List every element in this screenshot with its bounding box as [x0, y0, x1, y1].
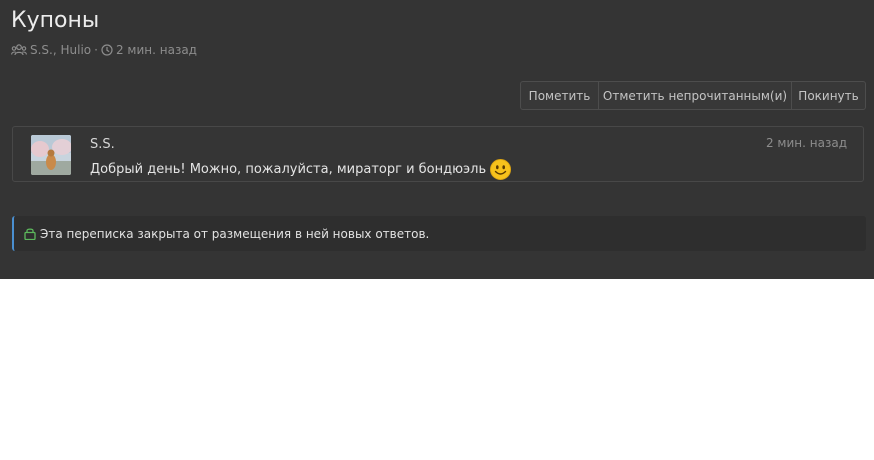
clock-icon — [101, 44, 113, 56]
conversation-panel: Купоны S.S., Hulio · 2 мин. назад Помети… — [0, 0, 874, 279]
users-icon — [11, 44, 27, 56]
smiley-emoji — [490, 159, 512, 180]
message-author[interactable]: S.S. — [90, 137, 115, 152]
notice-text: Эта переписка закрыта от размещения в не… — [40, 226, 430, 241]
message-text: Добрый день! Можно, пожалуйста, мираторг… — [90, 162, 487, 177]
avatar[interactable] — [31, 135, 71, 175]
mark-unread-button[interactable]: Отметить непрочитанным(и) — [598, 82, 791, 109]
thread-closed-notice: Эта переписка закрыта от размещения в не… — [12, 216, 866, 251]
message-time[interactable]: 2 мин. назад — [766, 136, 847, 150]
mark-button[interactable]: Пометить — [521, 82, 598, 109]
leave-button[interactable]: Покинуть — [791, 82, 865, 109]
lock-icon — [24, 227, 36, 240]
message-body: Добрый день! Можно, пожалуйста, мираторг… — [90, 159, 512, 180]
message-card: S.S. 2 мин. назад Добрый день! Можно, по… — [12, 126, 864, 182]
thread-meta: S.S., Hulio · 2 мин. назад — [11, 43, 197, 57]
thread-actions: Пометить Отметить непрочитанным(и) Покин… — [520, 81, 866, 110]
page-title: Купоны — [11, 8, 100, 33]
thread-age[interactable]: 2 мин. назад — [116, 43, 197, 57]
participants-link[interactable]: S.S., Hulio — [30, 43, 91, 57]
meta-separator: · — [94, 43, 98, 57]
